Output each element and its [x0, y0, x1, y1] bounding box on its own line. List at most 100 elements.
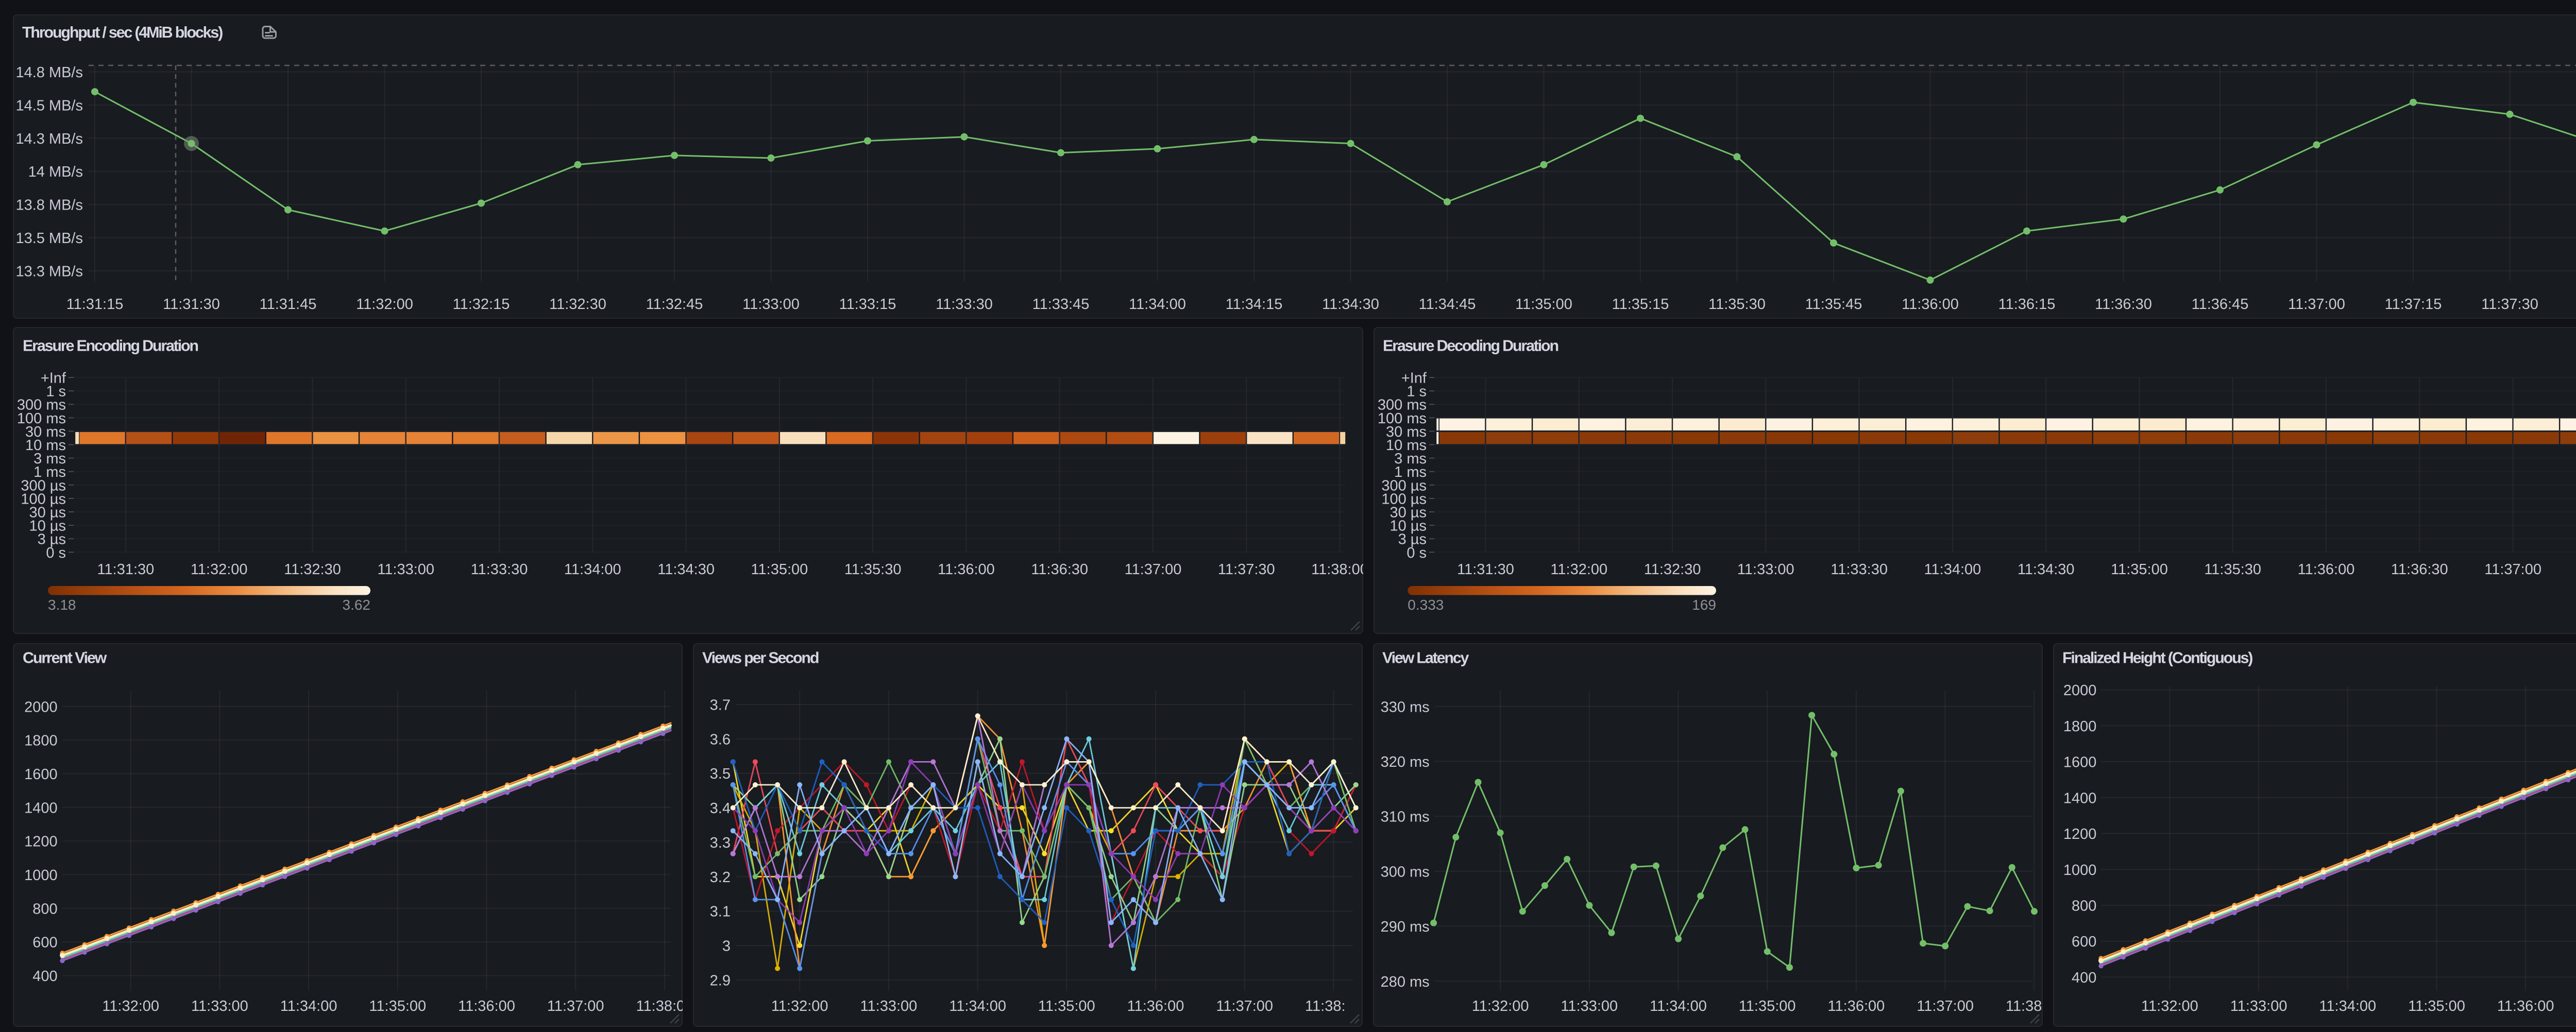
svg-text:11:38:00: 11:38:00: [1311, 561, 1368, 578]
svg-text:11:34:00: 11:34:00: [949, 998, 1006, 1014]
svg-text:14.3 MB/s: 14.3 MB/s: [15, 131, 83, 147]
svg-text:11:35:30: 11:35:30: [1708, 296, 1766, 313]
svg-text:14 MB/s: 14 MB/s: [28, 164, 83, 180]
svg-text:11:35:30: 11:35:30: [2204, 561, 2261, 578]
svg-text:11:35:00: 11:35:00: [1038, 998, 1095, 1014]
svg-text:11:34:00: 11:34:00: [1129, 296, 1186, 313]
svg-text:1400: 1400: [2063, 790, 2097, 806]
svg-text:11:37:00: 11:37:00: [1917, 998, 1974, 1014]
svg-text:11:33:00: 11:33:00: [377, 561, 434, 578]
svg-text:11:35:00: 11:35:00: [1515, 296, 1572, 313]
svg-text:11:34:00: 11:34:00: [1650, 998, 1707, 1014]
svg-text:11:34:00: 11:34:00: [2319, 998, 2376, 1014]
svg-text:11:36:00: 11:36:00: [1828, 998, 1885, 1014]
svg-text:14.5 MB/s: 14.5 MB/s: [15, 97, 83, 114]
svg-text:11:35:45: 11:35:45: [1805, 296, 1862, 313]
svg-text:11:35:00: 11:35:00: [751, 561, 808, 578]
svg-text:1600: 1600: [2063, 754, 2097, 771]
svg-text:View Latency: View Latency: [1382, 649, 1469, 667]
svg-text:800: 800: [32, 901, 57, 917]
svg-text:11:34:00: 11:34:00: [280, 998, 337, 1014]
svg-text:11:35:00: 11:35:00: [369, 998, 426, 1014]
svg-text:11:33:30: 11:33:30: [471, 561, 528, 578]
svg-text:11:32:00: 11:32:00: [771, 998, 828, 1014]
svg-text:11:33:15: 11:33:15: [839, 296, 896, 313]
svg-text:400: 400: [2072, 970, 2096, 986]
svg-text:0 s: 0 s: [1406, 545, 1427, 561]
svg-text:11:33:00: 11:33:00: [191, 998, 248, 1014]
svg-text:11:31:30: 11:31:30: [1457, 561, 1514, 578]
svg-text:2000: 2000: [2063, 682, 2097, 699]
svg-text:3.3: 3.3: [710, 835, 731, 851]
svg-text:11:34:30: 11:34:30: [2018, 561, 2075, 578]
svg-text:11:36:30: 11:36:30: [2095, 296, 2152, 313]
svg-text:Erasure Encoding Duration: Erasure Encoding Duration: [23, 337, 198, 354]
svg-text:330 ms: 330 ms: [1381, 699, 1430, 715]
svg-text:11:36:00: 11:36:00: [2298, 561, 2355, 578]
svg-text:0 s: 0 s: [46, 545, 66, 561]
svg-text:11:36:30: 11:36:30: [2391, 561, 2448, 578]
svg-text:Throughput / sec (4MiB blocks): Throughput / sec (4MiB blocks): [22, 24, 223, 41]
svg-text:11:38:00: 11:38:00: [2006, 998, 2063, 1014]
svg-text:800: 800: [2072, 898, 2096, 915]
svg-text:1600: 1600: [24, 766, 58, 783]
svg-text:11:37:00: 11:37:00: [2484, 561, 2541, 578]
svg-text:11:33:30: 11:33:30: [1831, 561, 1888, 578]
svg-text:11:37:15: 11:37:15: [2385, 296, 2442, 313]
svg-text:11:37:00: 11:37:00: [1216, 998, 1273, 1014]
svg-text:11:31:30: 11:31:30: [97, 561, 155, 578]
svg-text:11:37:30: 11:37:30: [1218, 561, 1275, 578]
svg-text:11:34:30: 11:34:30: [657, 561, 715, 578]
svg-text:14.8 MB/s: 14.8 MB/s: [15, 64, 83, 81]
svg-text:11:38:00: 11:38:00: [1305, 998, 1362, 1014]
svg-text:11:32:00: 11:32:00: [1472, 998, 1529, 1014]
svg-text:2000: 2000: [24, 699, 58, 715]
svg-text:320 ms: 320 ms: [1381, 754, 1430, 770]
svg-text:1000: 1000: [2063, 862, 2097, 879]
svg-text:11:32:30: 11:32:30: [284, 561, 341, 578]
svg-text:11:36:30: 11:36:30: [1031, 561, 1088, 578]
svg-text:11:32:00: 11:32:00: [1550, 561, 1607, 578]
svg-text:3.6: 3.6: [710, 731, 731, 748]
svg-text:310 ms: 310 ms: [1381, 809, 1430, 825]
svg-text:11:33:30: 11:33:30: [936, 296, 993, 313]
svg-text:400: 400: [32, 968, 57, 985]
svg-text:11:32:00: 11:32:00: [356, 296, 413, 313]
svg-text:Finalized Height (Contiguous): Finalized Height (Contiguous): [2062, 649, 2252, 667]
svg-text:1200: 1200: [24, 834, 58, 850]
svg-text:11:37:00: 11:37:00: [1125, 561, 1182, 578]
svg-text:11:32:30: 11:32:30: [549, 296, 606, 313]
svg-text:Erasure Decoding Duration: Erasure Decoding Duration: [1383, 337, 1558, 354]
svg-text:11:35:15: 11:35:15: [1612, 296, 1669, 313]
svg-text:13.8 MB/s: 13.8 MB/s: [15, 197, 83, 214]
svg-text:11:33:00: 11:33:00: [1561, 998, 1618, 1014]
svg-text:11:33:00: 11:33:00: [860, 998, 918, 1014]
svg-text:1800: 1800: [2063, 718, 2097, 735]
svg-text:11:36:00: 11:36:00: [938, 561, 995, 578]
svg-text:11:32:30: 11:32:30: [1644, 561, 1701, 578]
svg-text:290 ms: 290 ms: [1381, 919, 1430, 935]
svg-text:3.4: 3.4: [710, 800, 731, 817]
svg-text:600: 600: [32, 935, 57, 951]
svg-text:600: 600: [2072, 934, 2096, 950]
svg-text:3.18: 3.18: [48, 597, 76, 613]
svg-text:1200: 1200: [2063, 826, 2097, 842]
svg-text:11:36:00: 11:36:00: [2497, 998, 2554, 1014]
svg-text:11:37:00: 11:37:00: [2288, 296, 2345, 313]
svg-text:13.3 MB/s: 13.3 MB/s: [15, 263, 83, 280]
svg-text:11:35:30: 11:35:30: [844, 561, 902, 578]
svg-text:11:35:00: 11:35:00: [2408, 998, 2465, 1014]
svg-text:3.5: 3.5: [710, 766, 731, 782]
svg-text:11:31:30: 11:31:30: [163, 296, 220, 313]
svg-text:11:37:00: 11:37:00: [547, 998, 604, 1014]
svg-text:11:37:30: 11:37:30: [2481, 296, 2538, 313]
svg-text:Views per Second: Views per Second: [702, 649, 819, 667]
svg-text:280 ms: 280 ms: [1381, 974, 1430, 990]
svg-text:11:34:30: 11:34:30: [1322, 296, 1379, 313]
svg-text:13.5 MB/s: 13.5 MB/s: [15, 230, 83, 247]
svg-text:11:32:00: 11:32:00: [2141, 998, 2198, 1014]
svg-text:11:31:15: 11:31:15: [66, 296, 124, 313]
svg-text:11:34:00: 11:34:00: [564, 561, 621, 578]
svg-text:11:31:45: 11:31:45: [260, 296, 317, 313]
svg-text:300 ms: 300 ms: [1381, 864, 1430, 880]
